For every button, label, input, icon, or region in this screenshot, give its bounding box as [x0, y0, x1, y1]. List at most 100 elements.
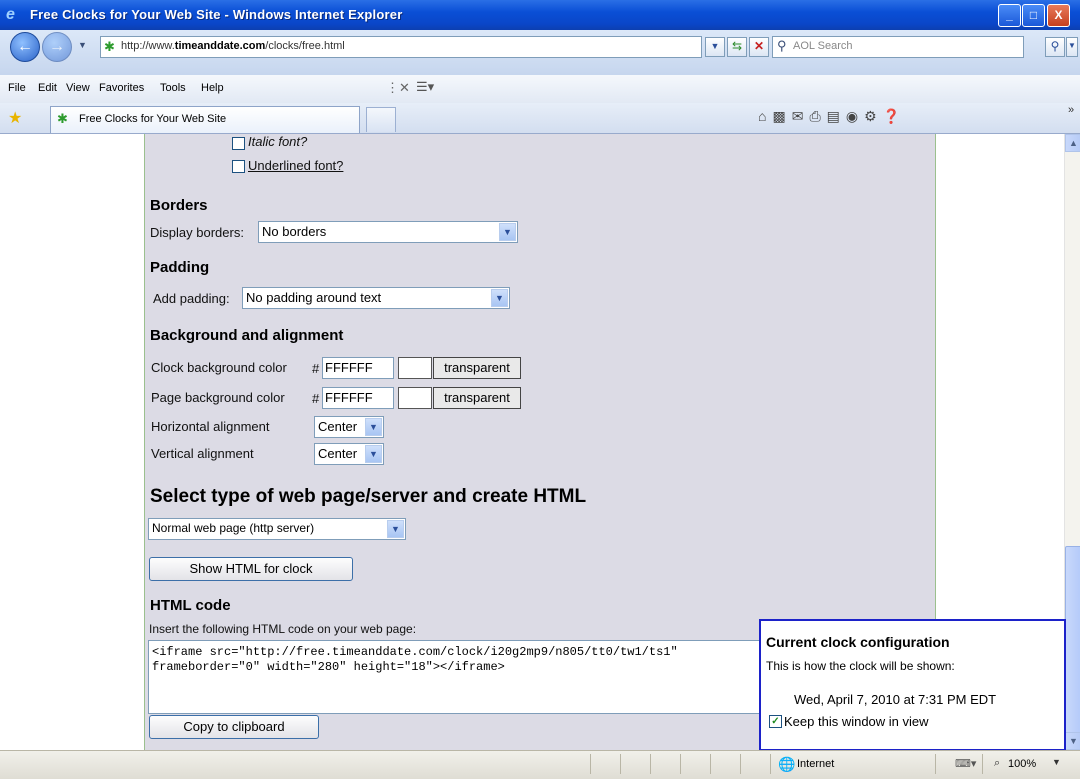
chevron-down-icon: ▼ — [499, 223, 516, 241]
chevron-down-icon: ▼ — [365, 445, 382, 463]
menu-file[interactable]: File — [8, 82, 26, 94]
address-url: http://www.timeanddate.com/clocks/free.h… — [121, 40, 345, 52]
status-divider — [590, 754, 591, 774]
server-type-select[interactable]: Normal web page (http server) ▼ — [148, 518, 406, 540]
underlined-label: Underlined font? — [248, 158, 344, 173]
page-icon[interactable]: ▤ — [827, 108, 846, 124]
protected-mode-icon[interactable]: ⌨▾ — [955, 757, 976, 770]
borders-select[interactable]: No borders ▼ — [258, 221, 518, 243]
status-divider — [935, 754, 936, 774]
clock-bg-hash: # — [312, 361, 320, 376]
address-input[interactable]: ✱ http://www.timeanddate.com/clocks/free… — [100, 36, 702, 58]
menu-favorites[interactable]: Favorites — [99, 82, 144, 94]
security-zone: Internet — [797, 758, 835, 770]
status-divider — [740, 754, 741, 774]
zoom-icon[interactable]: ⌕ — [994, 757, 1000, 770]
status-divider — [620, 754, 621, 774]
v-align-value: Center — [318, 446, 358, 461]
tab-favicon-icon: ✱ — [57, 111, 68, 126]
search-options-icon[interactable]: ▼ — [1066, 37, 1078, 57]
clock-bg-swatch — [398, 357, 432, 379]
tab-free-clocks[interactable]: ✱ Free Clocks for Your Web Site — [50, 106, 360, 133]
search-placeholder: AOL Search — [793, 40, 853, 52]
italic-checkbox[interactable] — [232, 137, 245, 150]
current-config-panel: Current clock configuration This is how … — [759, 619, 1066, 751]
favorites-star-icon[interactable]: ★ — [8, 108, 22, 128]
mail-icon[interactable]: ✉ — [792, 108, 810, 124]
h-align-label: Horizontal alignment — [151, 419, 270, 434]
clock-bg-value: FFFFFF — [325, 360, 373, 375]
scroll-up-icon[interactable]: ▲ — [1065, 134, 1080, 152]
page-bg-input[interactable]: FFFFFF — [322, 387, 394, 409]
chevron-down-icon: ▼ — [365, 418, 382, 436]
translate-icon[interactable]: ☰▾ — [416, 79, 434, 95]
refresh-icon[interactable]: ⇆ — [727, 37, 747, 57]
scroll-down-icon[interactable]: ▼ — [1065, 732, 1080, 750]
clock-bg-label: Clock background color — [151, 360, 287, 375]
search-go-icon[interactable]: ⚲ — [1045, 37, 1065, 57]
chevron-down-icon: ▼ — [387, 520, 404, 538]
menu-bar: File Edit View Favorites Tools Help ⋮✕ ☰… — [0, 75, 1080, 104]
site-favicon-icon: ✱ — [104, 39, 115, 54]
zoom-dropdown-icon[interactable]: ▼ — [1052, 757, 1061, 767]
close-toolbar-icon[interactable]: ⋮✕ — [386, 80, 410, 96]
status-divider — [710, 754, 711, 774]
search-input[interactable]: ⚲ AOL Search — [772, 36, 1024, 58]
borders-value: No borders — [262, 224, 327, 239]
html-code-instruction: Insert the following HTML code on your w… — [149, 622, 417, 636]
tools-icon[interactable]: ⚙ — [864, 108, 883, 124]
clock-bg-input[interactable]: FFFFFF — [322, 357, 394, 379]
chevron-down-icon: ▼ — [491, 289, 508, 307]
new-tab-button[interactable] — [366, 107, 396, 132]
page-bg-label: Page background color — [151, 390, 285, 405]
window-title: Free Clocks for Your Web Site - Windows … — [30, 7, 403, 22]
current-config-title: Current clock configuration — [766, 634, 950, 650]
scroll-thumb[interactable] — [1065, 546, 1080, 738]
command-bar-icons: ⌂▩✉⎙▤◉⚙❓ — [758, 108, 906, 125]
status-divider — [680, 754, 681, 774]
code-line-2: frameborder="0" width="280" height="18">… — [152, 660, 505, 674]
vertical-scrollbar[interactable]: ▲ ▼ — [1064, 134, 1080, 750]
address-dropdown-icon[interactable]: ▼ — [705, 37, 725, 57]
clock-bg-transparent-button[interactable]: transparent — [433, 357, 521, 379]
home-icon[interactable]: ⌂ — [758, 108, 772, 124]
html-code-textarea[interactable]: <iframe src="http://free.timeanddate.com… — [148, 640, 770, 714]
copy-to-clipboard-button[interactable]: Copy to clipboard — [149, 715, 319, 739]
title-bar: e Free Clocks for Your Web Site - Window… — [0, 0, 1080, 30]
keep-in-view-checkbox[interactable]: ✓ — [769, 715, 782, 728]
stop-icon[interactable]: ✕ — [749, 37, 769, 57]
tab-bar: ★ ✱ Free Clocks for Your Web Site ⌂▩✉⎙▤◉… — [0, 103, 1080, 134]
menu-help[interactable]: Help — [201, 82, 224, 94]
feeds-icon[interactable]: ▩ — [772, 108, 791, 124]
h-align-select[interactable]: Center ▼ — [314, 416, 384, 438]
italic-label: Italic font? — [248, 134, 308, 149]
page-bg-value: FFFFFF — [325, 390, 373, 405]
background-heading: Background and alignment — [150, 327, 344, 344]
menu-edit[interactable]: Edit — [38, 82, 57, 94]
zoom-level[interactable]: 100% — [1008, 758, 1036, 770]
maximize-button[interactable]: □ — [1022, 4, 1045, 27]
html-code-heading: HTML code — [150, 597, 231, 614]
show-html-button[interactable]: Show HTML for clock — [149, 557, 353, 581]
current-config-subtitle: This is how the clock will be shown: — [766, 659, 955, 673]
status-divider — [982, 754, 983, 774]
safety-icon[interactable]: ◉ — [846, 108, 864, 124]
h-align-value: Center — [318, 419, 358, 434]
print-icon[interactable]: ⎙ — [809, 108, 826, 124]
forward-button[interactable]: → — [42, 32, 72, 62]
padding-heading: Padding — [150, 259, 210, 276]
menu-view[interactable]: View — [66, 82, 90, 94]
back-button[interactable]: ← — [10, 32, 40, 62]
minimize-button[interactable]: _ — [998, 4, 1021, 27]
v-align-select[interactable]: Center ▼ — [314, 443, 384, 465]
v-align-label: Vertical alignment — [151, 446, 254, 461]
underlined-checkbox[interactable] — [232, 160, 245, 173]
padding-select[interactable]: No padding around text ▼ — [242, 287, 510, 309]
borders-label: Display borders: — [150, 225, 244, 240]
menu-tools[interactable]: Tools — [160, 82, 186, 94]
page-bg-transparent-button[interactable]: transparent — [433, 387, 521, 409]
chevron-more-icon[interactable]: » — [1068, 104, 1074, 116]
close-button[interactable]: X — [1047, 4, 1070, 27]
history-dropdown-icon[interactable]: ▼ — [78, 40, 87, 50]
help-icon[interactable]: ❓ — [883, 108, 906, 124]
